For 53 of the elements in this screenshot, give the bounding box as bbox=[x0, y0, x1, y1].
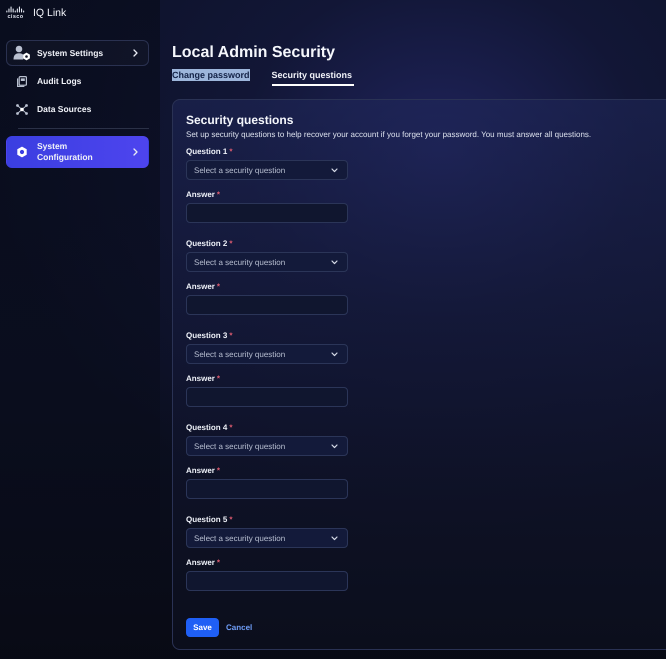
chevron-down-icon bbox=[331, 260, 338, 264]
sidebar-item[interactable]: Data Sources bbox=[6, 96, 149, 122]
answer-input[interactable] bbox=[186, 387, 348, 407]
sidebar-item[interactable]: Audit Logs bbox=[6, 68, 149, 94]
question-select[interactable]: Select a security question bbox=[186, 436, 348, 456]
answer-input[interactable] bbox=[186, 479, 348, 499]
network-icon bbox=[16, 104, 28, 114]
answer-input[interactable] bbox=[186, 571, 348, 591]
required-asterisk: * bbox=[216, 282, 220, 292]
answer-input[interactable] bbox=[186, 203, 348, 223]
chevron-down-icon bbox=[331, 444, 338, 448]
field-label: Question 2 bbox=[186, 239, 228, 249]
required-asterisk: * bbox=[216, 466, 220, 476]
field-label: Question 5 bbox=[186, 515, 228, 525]
required-asterisk: * bbox=[216, 190, 220, 200]
settings-icon bbox=[16, 146, 28, 158]
save-button[interactable]: Save bbox=[186, 618, 219, 637]
question-select[interactable]: Select a security question bbox=[186, 344, 348, 364]
required-asterisk: * bbox=[216, 374, 220, 384]
chevron-down-icon bbox=[331, 168, 338, 172]
required-asterisk: * bbox=[229, 331, 232, 341]
question-select[interactable]: Select a security question bbox=[186, 252, 348, 272]
required-asterisk: * bbox=[229, 147, 232, 157]
user-settings-icon bbox=[12, 45, 30, 61]
field-label: Answer bbox=[186, 190, 215, 200]
form-title: Security questions bbox=[186, 113, 294, 127]
tab[interactable]: Security questions bbox=[272, 69, 354, 86]
required-asterisk: * bbox=[229, 239, 232, 249]
sidebar-item[interactable]: System Settings bbox=[6, 40, 149, 66]
field-label: Question 4 bbox=[186, 423, 228, 433]
cancel-link[interactable]: Cancel bbox=[226, 623, 252, 632]
field-label: Answer bbox=[186, 374, 215, 384]
chevron-down-icon bbox=[331, 536, 338, 540]
document-icon bbox=[16, 76, 26, 86]
required-asterisk: * bbox=[229, 515, 232, 525]
field-label: Question 3 bbox=[186, 331, 228, 341]
logo-bars-icon bbox=[6, 6, 25, 13]
chevron-right-icon bbox=[133, 49, 138, 57]
chevron-down-icon bbox=[331, 352, 338, 356]
form-description: Set up security questions to help recover your account if you forget your password. You must answer all questions. bbox=[186, 129, 592, 140]
required-asterisk: * bbox=[216, 558, 220, 568]
field-label: Answer bbox=[186, 558, 215, 568]
field-label: Question 1 bbox=[186, 147, 228, 157]
question-select[interactable]: Select a security question bbox=[186, 528, 348, 548]
field-label: Answer bbox=[186, 466, 215, 476]
answer-input[interactable] bbox=[186, 295, 348, 315]
sidebar-item[interactable]: System Configuration bbox=[6, 136, 149, 168]
chevron-right-icon bbox=[133, 148, 138, 156]
field-label: Answer bbox=[186, 282, 215, 292]
required-asterisk: * bbox=[229, 423, 232, 433]
question-select[interactable]: Select a security question bbox=[186, 160, 348, 180]
page-title: Local Admin Security bbox=[172, 44, 336, 62]
app-name: IQ Link bbox=[33, 6, 66, 20]
